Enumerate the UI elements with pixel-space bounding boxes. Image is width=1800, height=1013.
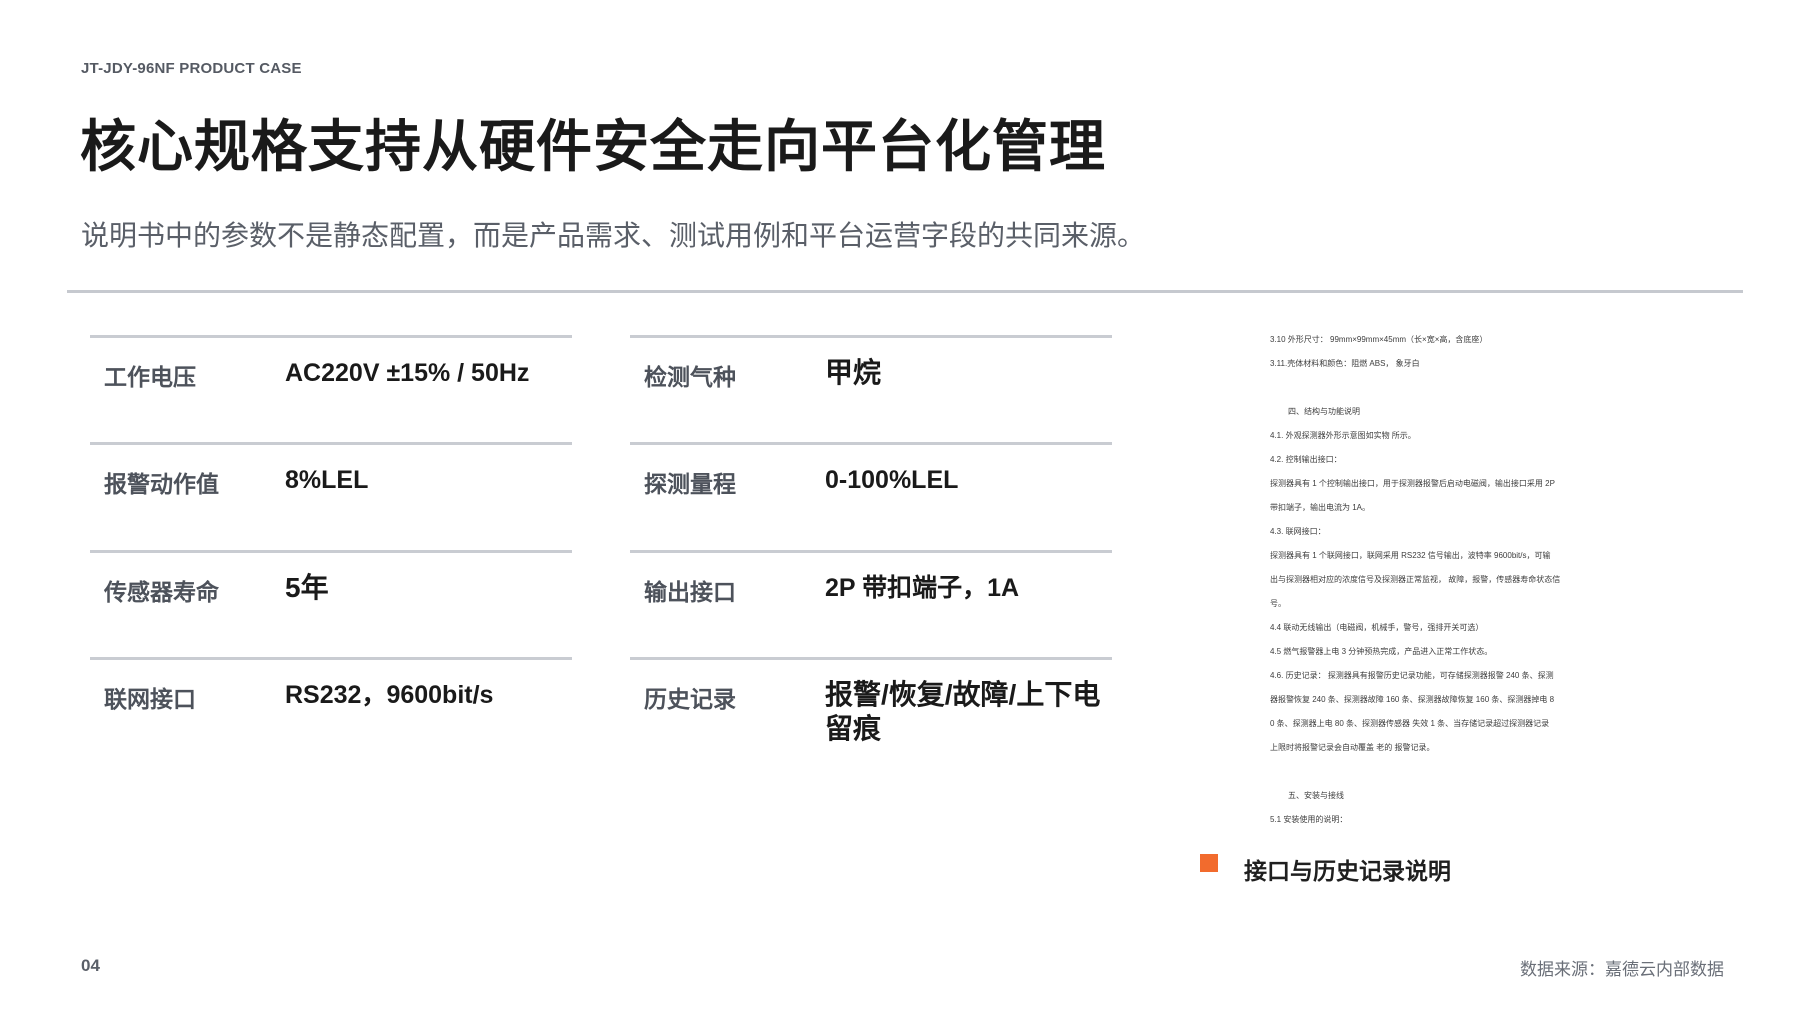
caption-marker xyxy=(1200,854,1218,872)
manual-line: 带扣端子，输出电流为 1A。 xyxy=(1270,503,1371,512)
spec-item-working-voltage: 工作电压 AC220V ±15% / 50Hz xyxy=(90,335,572,438)
page-number: 04 xyxy=(81,956,100,975)
manual-line: 4.4 联动无线输出（电磁阀，机械手，警号，强排开关可选） xyxy=(1270,623,1484,632)
slide: JT-JDY-96NF PRODUCT CASE 核心规格支持从硬件安全走向平台… xyxy=(0,0,1800,1013)
spec-value: 报警/恢复/故障/上下电留痕 xyxy=(825,679,1101,744)
manual-line: 号。 xyxy=(1270,599,1286,608)
manual-line: 4.1. 外观探测器外形示意图如实物 所示。 xyxy=(1270,431,1416,440)
manual-line: 探测器具有 1 个控制输出接口，用于探测器报警后启动电磁阀，输出接口采用 2P xyxy=(1270,479,1555,488)
manual-line: 4.3. 联网接口： xyxy=(1270,527,1326,536)
spec-label: 联网接口 xyxy=(104,686,196,712)
spec-value: 0-100%LEL xyxy=(825,466,959,494)
spec-label: 传感器寿命 xyxy=(104,579,219,605)
spec-label: 检测气种 xyxy=(644,364,736,390)
manual-line: 上限时将报警记录会自动覆盖 老的 报警记录。 xyxy=(1270,743,1435,752)
manual-line: 四、结构与功能说明 xyxy=(1288,407,1360,416)
spec-value: 5年 xyxy=(285,572,329,603)
spec-label: 探测量程 xyxy=(644,471,736,497)
manual-line: 5.1 安装使用的说明： xyxy=(1270,815,1348,824)
manual-line: 3.10 外形尺寸： 99mm×99mm×45mm（长×宽×高，含底座） xyxy=(1270,335,1488,344)
manual-line: 4.2. 控制输出接口： xyxy=(1270,455,1342,464)
spec-label: 输出接口 xyxy=(644,579,736,605)
manual-line: 4.5 燃气报警器上电 3 分钟预热完成，产品进入正常工作状态。 xyxy=(1270,647,1493,656)
eyebrow-label: JT-JDY-96NF PRODUCT CASE xyxy=(81,60,302,77)
manual-line: 0 条、探测器上电 80 条、探测器传感器 失效 1 条、当存储记录超过探测器记… xyxy=(1270,719,1550,728)
manual-excerpt-image: 3.10 外形尺寸： 99mm×99mm×45mm（长×宽×高，含底座） 3.11… xyxy=(1250,325,1670,830)
caption-text: 接口与历史记录说明 xyxy=(1244,858,1451,884)
spec-item-gas-type: 检测气种 甲烷 xyxy=(630,335,1112,438)
spec-label: 历史记录 xyxy=(644,686,736,712)
manual-line: 出与探测器相对应的浓度信号及探测器正常监视， 故障，报警，传感器寿命状态信 xyxy=(1270,575,1561,584)
spec-item-sensor-life: 传感器寿命 5年 xyxy=(90,550,572,653)
spec-label: 报警动作值 xyxy=(104,471,219,497)
spec-item-history-log: 历史记录 报警/恢复/故障/上下电留痕 xyxy=(630,657,1112,780)
header-divider xyxy=(67,290,1743,293)
manual-line: 探测器具有 1 个联网接口，联网采用 RS232 信号输出，波特率 9600bi… xyxy=(1270,551,1551,560)
manual-line: 器报警恢复 240 条、探测器故障 160 条、探测器故障恢复 160 条、探测… xyxy=(1270,695,1555,704)
spec-value: 2P 带扣端子，1A xyxy=(825,574,1020,602)
spec-item-network-interface: 联网接口 RS232，9600bit/s xyxy=(90,657,572,760)
spec-item-alarm-threshold: 报警动作值 8%LEL xyxy=(90,442,572,545)
spec-value: AC220V ±15% / 50Hz xyxy=(285,359,530,387)
spec-label: 工作电压 xyxy=(104,364,196,390)
data-source: 数据来源：嘉德云内部数据 xyxy=(1520,960,1724,979)
page-title: 核心规格支持从硬件安全走向平台化管理 xyxy=(80,115,1106,178)
manual-line: 3.11.壳体材料和颜色：阻燃 ABS， 象牙白 xyxy=(1270,359,1420,368)
spec-value: 甲烷 xyxy=(825,357,882,388)
spec-value: 8%LEL xyxy=(285,466,369,494)
manual-line: 五、安装与接线 xyxy=(1288,791,1344,800)
page-subtitle: 说明书中的参数不是静态配置，而是产品需求、测试用例和平台运营字段的共同来源。 xyxy=(81,220,1146,251)
spec-item-detection-range: 探测量程 0-100%LEL xyxy=(630,442,1112,545)
spec-item-output-interface: 输出接口 2P 带扣端子，1A xyxy=(630,550,1112,653)
spec-value: RS232，9600bit/s xyxy=(285,681,494,709)
manual-line: 4.6. 历史记录： 探测器具有报警历史记录功能，可存储探测器报警 240 条、… xyxy=(1270,671,1554,680)
